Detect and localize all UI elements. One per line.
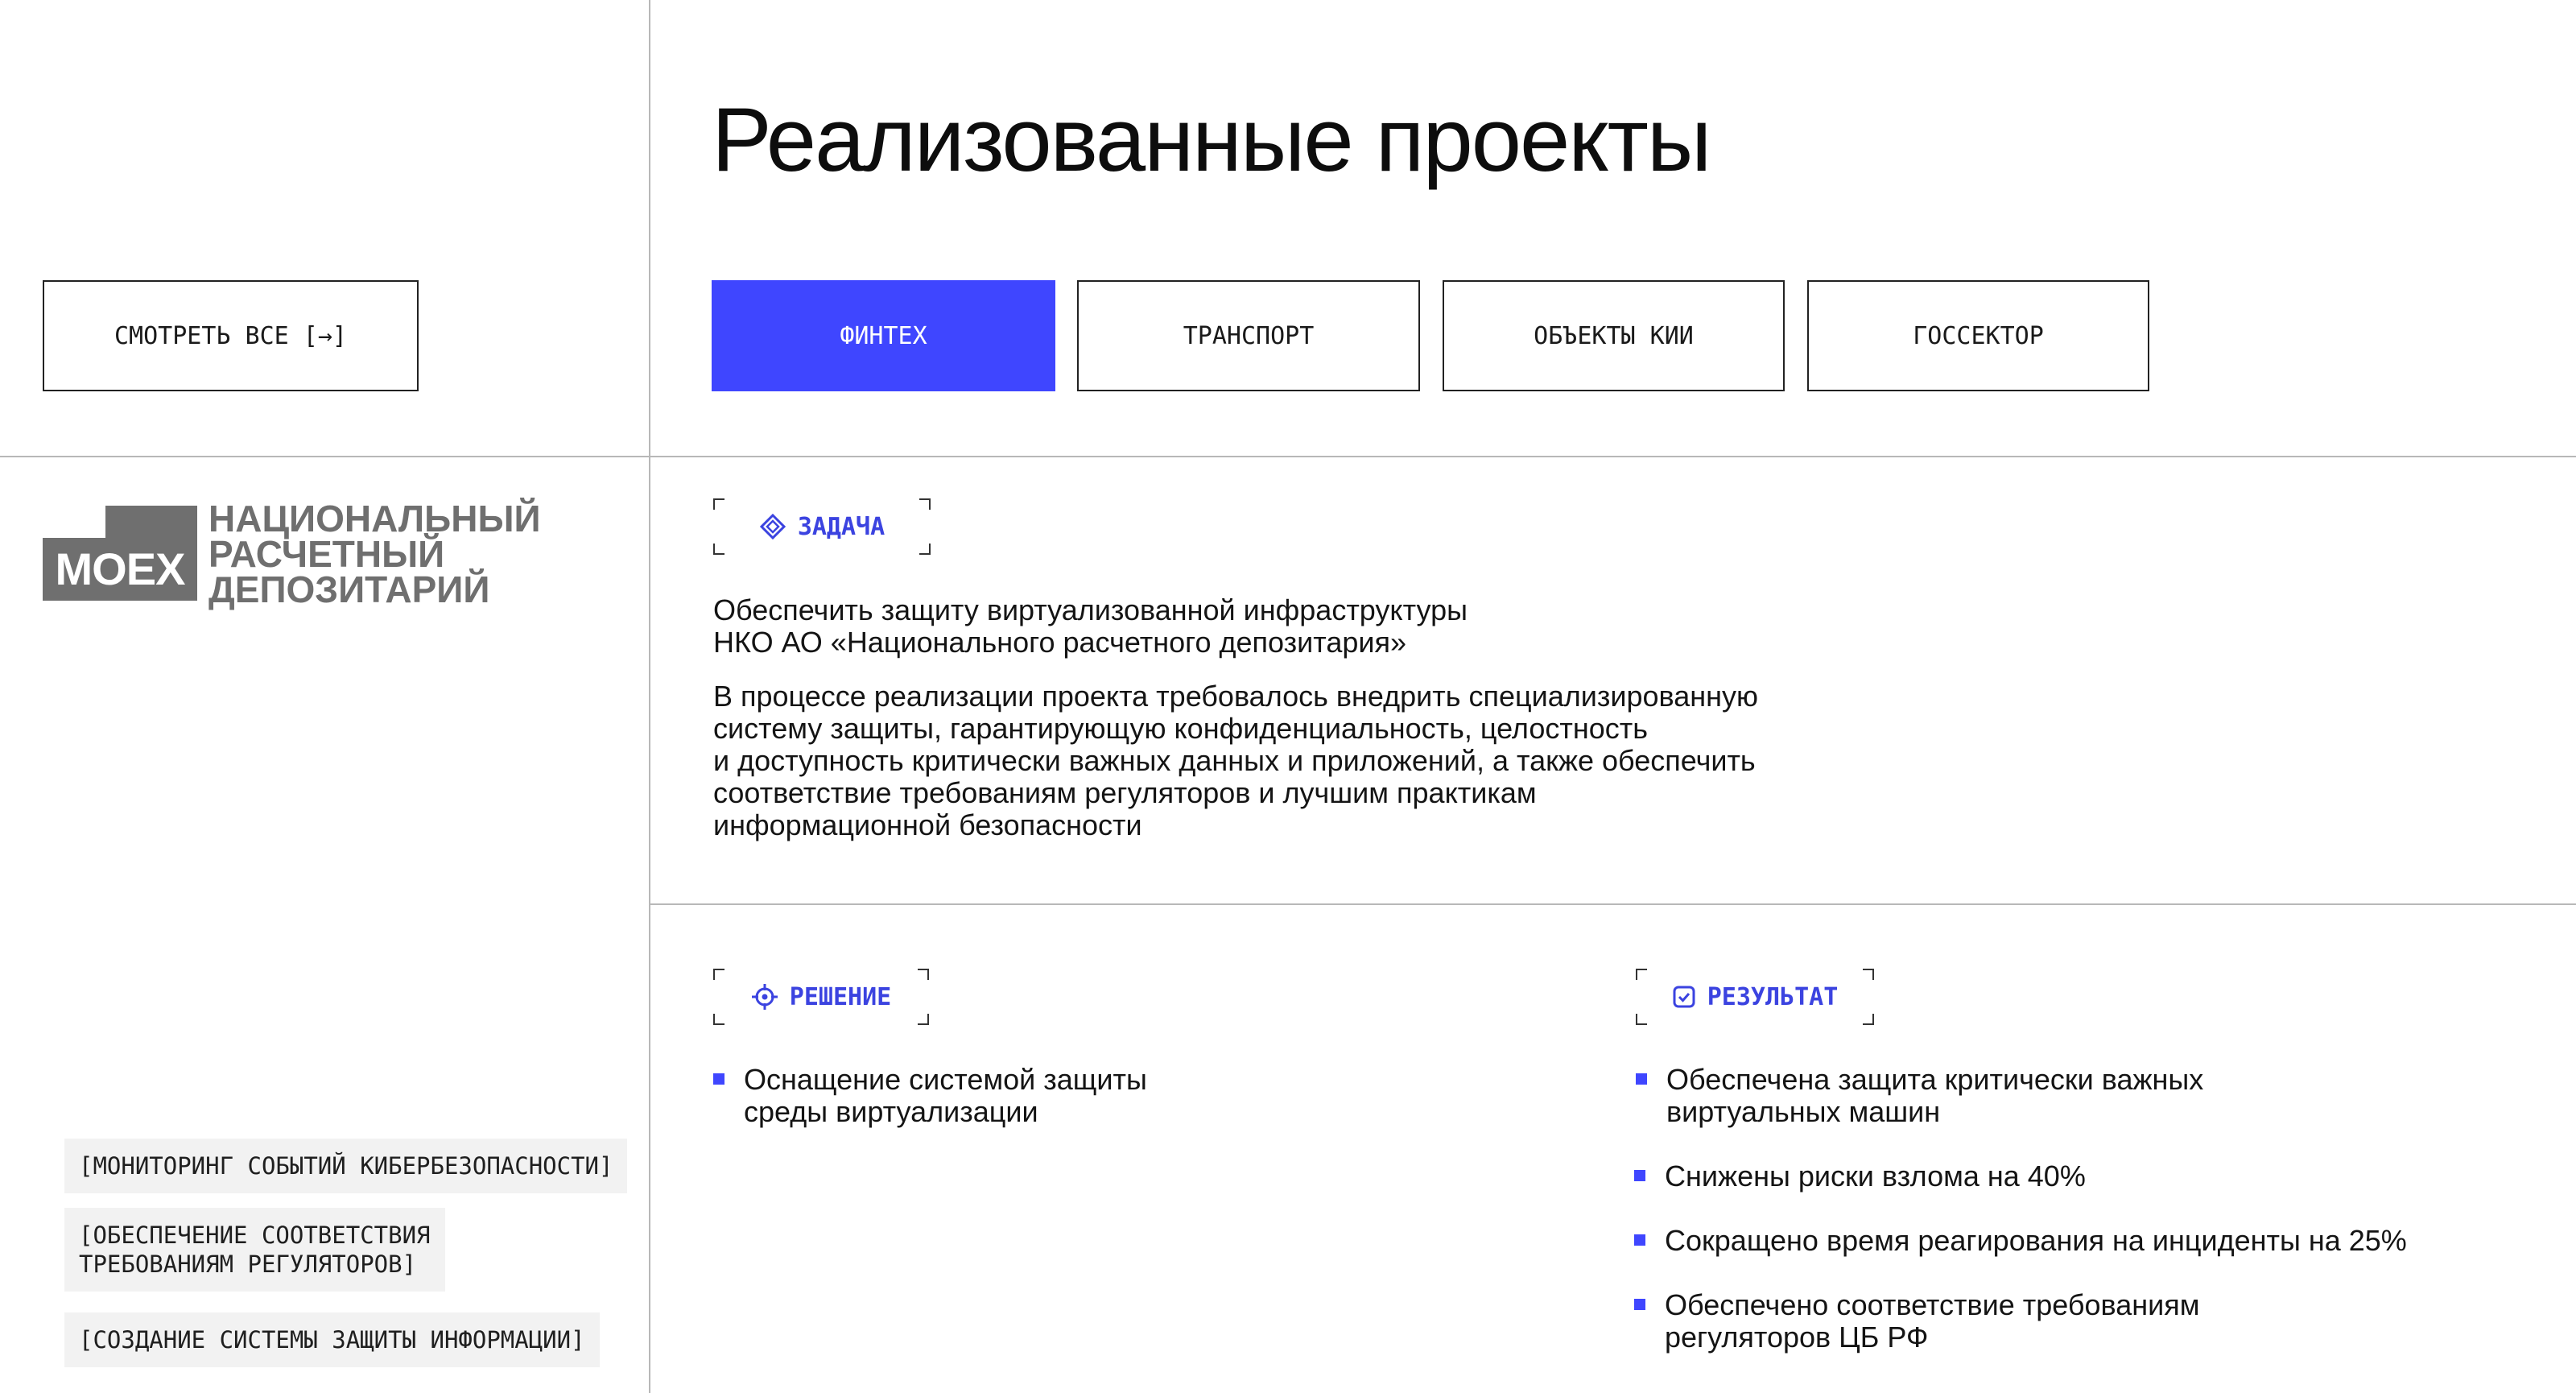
tab-gov[interactable]: ГОССЕКТОР [1807,280,2149,391]
result-badge: РЕЗУЛЬТАТ [1636,969,1874,1025]
bullet-square [713,1073,724,1085]
bullet-square [1634,1170,1645,1181]
tab-fintech[interactable]: ФИНТЕХ [712,280,1055,391]
task-lead: Обеспечить защиту виртуализованной инфра… [713,593,1468,659]
crosshair-icon [751,983,778,1011]
check-square-icon [1672,985,1696,1009]
bullet-square [1636,1073,1647,1085]
bullet-square [1634,1234,1645,1246]
solution-badge-label: РЕШЕНИЕ [789,982,892,1011]
service-tag: [СОЗДАНИЕ СИСТЕМЫ ЗАЩИТЫ ИНФОРМАЦИИ] [64,1312,600,1367]
view-all-button[interactable]: СМОТРЕТЬ ВСЕ [→] [43,280,419,391]
task-description: В процессе реализации проекта требовалос… [713,680,1759,841]
left-column-divider [649,0,650,1393]
task-divider [649,903,2576,905]
result-badge-label: РЕЗУЛЬТАТ [1707,982,1839,1011]
tab-kii[interactable]: ОБЪЕКТЫ КИИ [1443,280,1785,391]
diamond-target-icon [759,513,786,540]
moex-logo-mark: MOEX [43,506,197,601]
service-tag: [МОНИТОРИНГ СОБЫТИЙ КИБЕРБЕЗОПАСНОСТИ] [64,1139,628,1193]
page-title: Реализованные проекты [712,89,1711,190]
solution-badge: РЕШЕНИЕ [713,969,929,1025]
header-divider [0,456,2576,457]
service-tag: [ОБЕСПЕЧЕНИЕ СООТВЕТСТВИЯ ТРЕБОВАНИЯМ РЕ… [64,1208,445,1292]
tab-transport[interactable]: ТРАНСПОРТ [1077,280,1420,391]
bullet-square [1634,1299,1645,1310]
client-logo: MOEX НАЦИОНАЛЬНЫЙ РАСЧЕТНЫЙ ДЕПОЗИТАРИЙ [43,500,542,610]
task-badge-label: ЗАДАЧА [797,512,886,541]
task-badge: ЗАДАЧА [713,498,931,555]
logo-wordmark: НАЦИОНАЛЬНЫЙ РАСЧЕТНЫЙ ДЕПОЗИТАРИЙ [208,498,541,610]
